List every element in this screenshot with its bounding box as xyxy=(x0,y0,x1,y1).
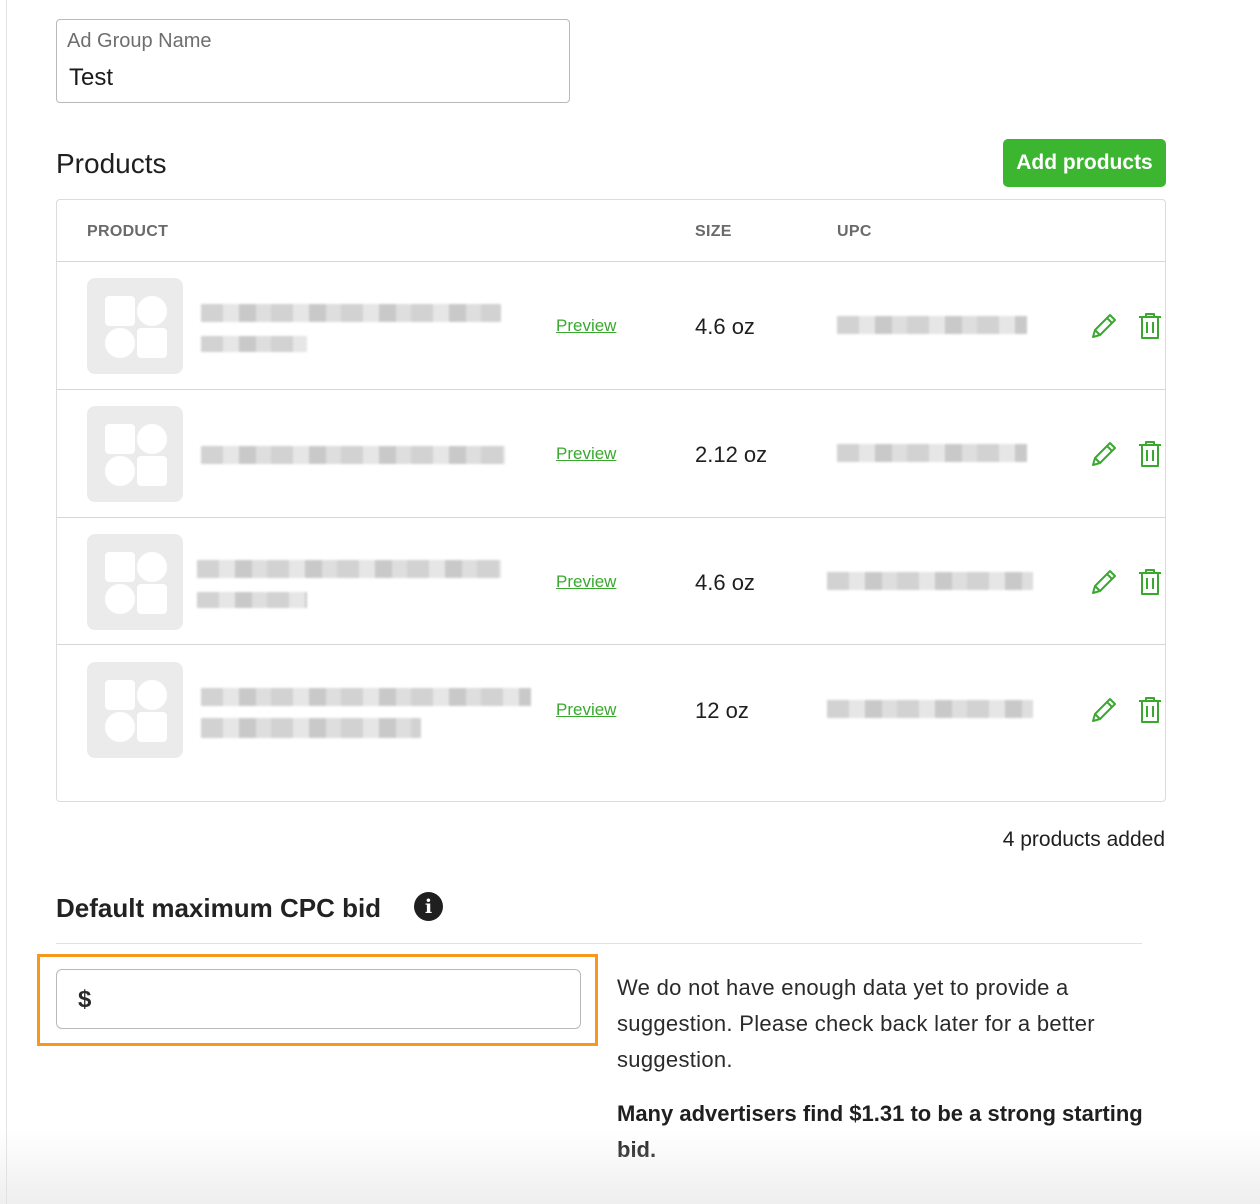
image-placeholder-icon xyxy=(87,662,183,758)
add-products-button[interactable]: Add products xyxy=(1003,139,1166,187)
product-size: 4.6 oz xyxy=(695,314,755,339)
table-row: Preview 12 oz xyxy=(57,646,1165,773)
cpc-bid-input[interactable]: $ xyxy=(56,969,581,1029)
currency-symbol: $ xyxy=(78,986,92,1013)
column-header-product: PRODUCT xyxy=(87,223,169,240)
table-row: Preview 4.6 oz xyxy=(57,518,1165,645)
suggestion-hint: We do not have enough data yet to provid… xyxy=(617,975,1095,1072)
row-divider xyxy=(57,644,1165,645)
image-placeholder-icon xyxy=(87,534,183,630)
table-row: Preview 4.6 oz xyxy=(57,262,1165,389)
product-name-redacted xyxy=(197,592,307,608)
upc-redacted xyxy=(837,444,1027,462)
pencil-icon[interactable] xyxy=(1088,310,1120,342)
product-name-redacted xyxy=(197,560,501,578)
column-header-upc: UPC xyxy=(837,223,872,240)
trash-icon[interactable] xyxy=(1134,310,1166,342)
preview-link[interactable]: Preview xyxy=(556,444,616,464)
product-size: 12 oz xyxy=(695,698,749,723)
cpc-bid-heading: Default maximum CPC bid xyxy=(56,893,382,923)
products-table: PRODUCT SIZE UPC Preview 4.6 oz Preview … xyxy=(56,199,1166,802)
upc-redacted xyxy=(827,572,1033,590)
product-name-redacted xyxy=(201,304,501,322)
left-border xyxy=(6,0,7,1204)
info-icon[interactable]: i xyxy=(414,892,443,921)
product-size: 4.6 oz xyxy=(695,570,755,595)
pencil-icon[interactable] xyxy=(1088,694,1120,726)
column-header-size: SIZE xyxy=(695,223,732,240)
ad-group-name-field[interactable]: Ad Group Name Test xyxy=(56,19,570,103)
product-name-redacted xyxy=(201,688,531,706)
section-divider xyxy=(56,943,1142,944)
preview-link[interactable]: Preview xyxy=(556,572,616,592)
ad-group-name-label: Ad Group Name xyxy=(67,30,212,52)
product-name-redacted xyxy=(201,718,421,738)
pencil-icon[interactable] xyxy=(1088,438,1120,470)
table-row: Preview 2.12 oz xyxy=(57,390,1165,517)
products-count: 4 products added xyxy=(1002,828,1165,851)
trash-icon[interactable] xyxy=(1134,694,1166,726)
upc-redacted xyxy=(837,316,1027,334)
suggestion-strong: Many advertisers find $1.31 to be a stro… xyxy=(617,1101,1143,1162)
preview-link[interactable]: Preview xyxy=(556,700,616,720)
image-placeholder-icon xyxy=(87,278,183,374)
products-heading: Products xyxy=(56,148,167,179)
trash-icon[interactable] xyxy=(1134,566,1166,598)
ad-group-name-value[interactable]: Test xyxy=(69,64,113,92)
trash-icon[interactable] xyxy=(1134,438,1166,470)
product-name-redacted xyxy=(201,446,505,464)
pencil-icon[interactable] xyxy=(1088,566,1120,598)
image-placeholder-icon xyxy=(87,406,183,502)
product-name-redacted xyxy=(201,336,307,352)
preview-link[interactable]: Preview xyxy=(556,316,616,336)
product-size: 2.12 oz xyxy=(695,442,768,467)
upc-redacted xyxy=(827,700,1033,718)
